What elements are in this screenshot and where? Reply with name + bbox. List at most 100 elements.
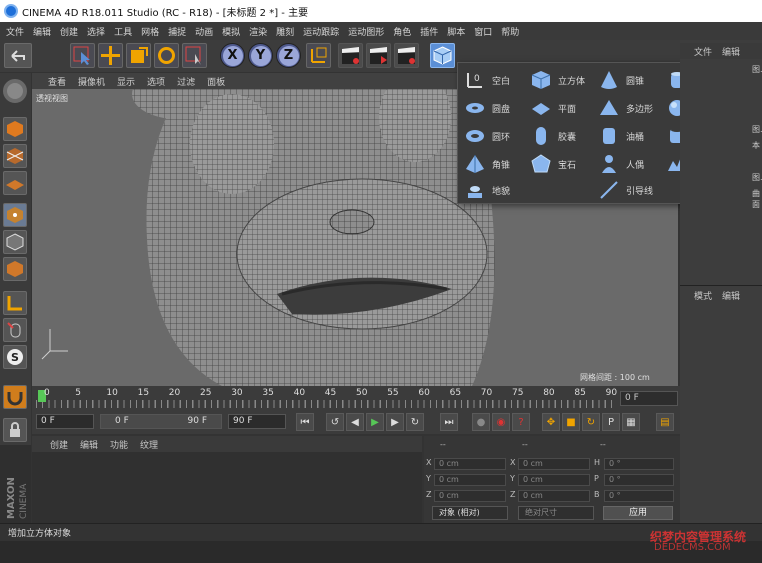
y-axis-button[interactable]: Y <box>248 43 273 68</box>
primitive-menu-item[interactable]: 圆环 <box>464 123 530 149</box>
next-key-button[interactable]: ↻ <box>406 413 424 431</box>
object-row[interactable]: 曲面 <box>752 188 762 210</box>
menu-tools[interactable]: 工具 <box>114 25 132 38</box>
object-manager-tab-edit[interactable]: 编辑 <box>722 45 740 58</box>
play-button[interactable]: ▶ <box>366 413 384 431</box>
keyframe-selection-button[interactable]: ? <box>512 413 530 431</box>
live-selection-button[interactable] <box>70 43 95 68</box>
model-mode-button[interactable] <box>3 117 27 141</box>
primitive-menu-item[interactable]: 引导线 <box>598 177 664 203</box>
object-manager-tab-file[interactable]: 文件 <box>694 45 712 58</box>
object-row[interactable]: 图.1 <box>752 124 762 135</box>
rotate-tool-button[interactable] <box>154 43 179 68</box>
move-tool-button[interactable] <box>98 43 123 68</box>
attribute-tab-edit[interactable]: 编辑 <box>722 289 740 302</box>
viewport-menu-view[interactable]: 查看 <box>48 75 66 88</box>
key-pla-button[interactable]: ▦ <box>622 413 640 431</box>
menu-mograph[interactable]: 运动图形 <box>348 25 384 38</box>
timeline-window-button[interactable]: ▤ <box>656 413 674 431</box>
previous-key-button[interactable]: ↺ <box>326 413 344 431</box>
z-axis-button[interactable]: Z <box>276 43 301 68</box>
key-position-button[interactable]: ✥ <box>542 413 560 431</box>
menu-animate[interactable]: 动画 <box>195 25 213 38</box>
autokey-button[interactable]: ◉ <box>492 413 510 431</box>
menu-mesh[interactable]: 网格 <box>141 25 159 38</box>
go-to-end-button[interactable]: ⏭ <box>440 413 458 431</box>
menu-simulate[interactable]: 模拟 <box>222 25 240 38</box>
primitive-menu-item[interactable]: 地貌 <box>464 177 530 203</box>
menu-script[interactable]: 脚本 <box>447 25 465 38</box>
primitive-menu-item[interactable]: 油桶 <box>598 123 664 149</box>
attribute-tab-mode[interactable]: 模式 <box>694 289 712 302</box>
coord-position-field[interactable]: 0 cm <box>434 474 506 486</box>
tweak-mode-button[interactable] <box>3 318 27 342</box>
preview-range-slider[interactable]: 0 F 90 F <box>100 414 222 429</box>
key-rotation-button[interactable]: ↻ <box>582 413 600 431</box>
coord-rotation-field[interactable]: 0 ° <box>604 490 674 502</box>
material-menu-texture[interactable]: 纹理 <box>140 438 158 451</box>
go-to-start-button[interactable]: ⏮ <box>296 413 314 431</box>
undo-button[interactable] <box>4 43 32 68</box>
menu-file[interactable]: 文件 <box>6 25 24 38</box>
primitive-menu-item[interactable]: 人偶 <box>598 151 664 177</box>
next-frame-button[interactable]: ▶ <box>386 413 404 431</box>
menu-plugins[interactable]: 插件 <box>420 25 438 38</box>
primitive-menu-item[interactable]: 0 空白 <box>464 67 530 93</box>
current-frame-field[interactable]: 0 F <box>620 391 678 406</box>
axis-mode-button[interactable] <box>3 291 27 315</box>
texture-mode-button[interactable] <box>3 144 27 168</box>
menu-select[interactable]: 选择 <box>87 25 105 38</box>
coord-rotation-field[interactable]: 0 ° <box>604 458 674 470</box>
coord-size-field[interactable]: 0 cm <box>518 458 590 470</box>
render-view-button[interactable] <box>338 43 363 68</box>
add-cube-button[interactable] <box>430 43 455 68</box>
snap-button[interactable]: S <box>3 345 27 369</box>
object-row[interactable]: 图.2 <box>752 172 762 183</box>
viewport-menu-cameras[interactable]: 摄像机 <box>78 75 105 88</box>
size-mode-select[interactable]: 绝对尺寸 <box>518 506 594 520</box>
primitive-menu-item[interactable]: 立方体 <box>530 67 596 93</box>
x-axis-button[interactable]: X <box>220 43 245 68</box>
primitive-menu-item[interactable]: 宝石 <box>530 151 596 177</box>
menu-window[interactable]: 窗口 <box>474 25 492 38</box>
menu-sculpt[interactable]: 雕刻 <box>276 25 294 38</box>
end-frame-field[interactable]: 90 F <box>228 414 286 429</box>
coord-size-field[interactable]: 0 cm <box>518 474 590 486</box>
coord-position-field[interactable]: 0 cm <box>434 458 506 470</box>
start-frame-field[interactable]: 0 F <box>36 414 94 429</box>
menu-character[interactable]: 角色 <box>393 25 411 38</box>
render-settings-button[interactable] <box>394 43 419 68</box>
primitive-menu-item[interactable]: 圆锥 <box>598 67 664 93</box>
viewport-menu-display[interactable]: 显示 <box>117 75 135 88</box>
primitive-menu-item[interactable]: 胶囊 <box>530 123 596 149</box>
key-scale-button[interactable]: ■ <box>562 413 580 431</box>
menu-create[interactable]: 创建 <box>60 25 78 38</box>
scale-tool-button[interactable] <box>126 43 151 68</box>
menu-render[interactable]: 渲染 <box>249 25 267 38</box>
menu-snap[interactable]: 捕捉 <box>168 25 186 38</box>
apply-button[interactable]: 应用 <box>603 506 673 520</box>
render-to-picture-viewer-button[interactable] <box>366 43 391 68</box>
edges-mode-button[interactable] <box>3 230 27 254</box>
material-menu-edit[interactable]: 编辑 <box>80 438 98 451</box>
viewport-menu-filter[interactable]: 过滤 <box>177 75 195 88</box>
workplane-mode-button[interactable] <box>3 171 27 195</box>
make-editable-button[interactable] <box>3 79 27 103</box>
key-parameter-button[interactable]: P <box>602 413 620 431</box>
previous-frame-button[interactable]: ◀ <box>346 413 364 431</box>
coordinate-mode-select[interactable]: 对象 (相对) <box>432 506 508 520</box>
record-keys-button[interactable]: ● <box>472 413 490 431</box>
coord-position-field[interactable]: 0 cm <box>434 490 506 502</box>
viewport-menu-panel[interactable]: 面板 <box>207 75 225 88</box>
material-menu-create[interactable]: 创建 <box>50 438 68 451</box>
menu-edit[interactable]: 编辑 <box>33 25 51 38</box>
object-row[interactable]: 图.3 <box>752 64 762 75</box>
viewport-menu-options[interactable]: 选项 <box>147 75 165 88</box>
primitive-menu-item[interactable]: 角锥 <box>464 151 530 177</box>
lock-workplane-button[interactable] <box>3 418 27 442</box>
primitive-menu-item[interactable]: 平面 <box>530 95 596 121</box>
primitive-menu-item[interactable]: 圆盘 <box>464 95 530 121</box>
menu-motion-tracking[interactable]: 运动跟踪 <box>303 25 339 38</box>
coordinate-system-button[interactable] <box>306 43 331 68</box>
points-mode-button[interactable] <box>3 203 27 227</box>
